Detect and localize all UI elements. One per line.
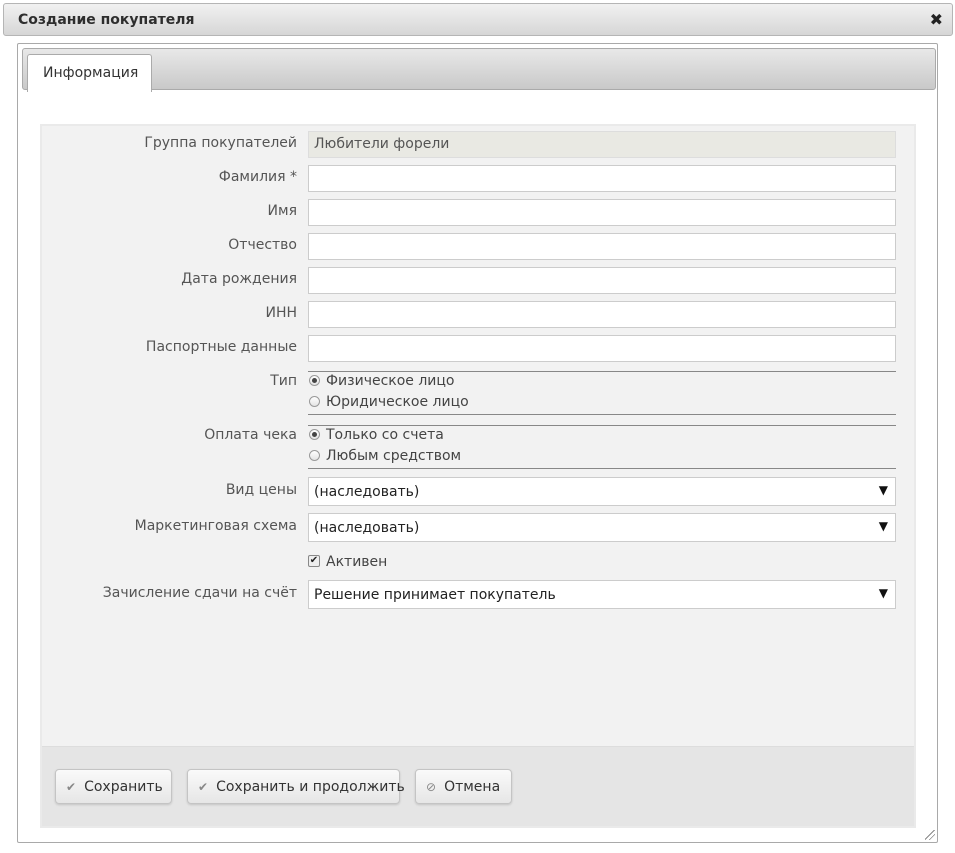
dialog-body: Информация Группа покупателей Любители ф… [17,43,938,843]
save-button-label: Сохранить [84,779,163,795]
first-name-input[interactable] [308,199,896,226]
change-to-account-label: Зачисление сдачи на счёт [102,585,297,601]
type-radio-group: Физическое лицо Юридическое лицо [308,371,896,415]
resize-handle[interactable] [925,830,935,840]
type-label: Тип [270,373,297,389]
marketing-scheme-label: Маркетинговая схема [134,518,297,534]
dialog-titlebar[interactable]: Создание покупателя ✖ [3,3,953,36]
passport-label: Паспортные данные [145,339,297,355]
birth-date-label: Дата рождения [181,271,297,287]
price-type-label: Вид цены [225,482,297,498]
radio-individual[interactable] [309,375,320,386]
inn-input[interactable] [308,301,896,328]
middle-name-input[interactable] [308,233,896,260]
radio-account-only[interactable] [309,429,320,440]
customer-group-label: Группа покупателей [144,135,297,151]
type-option-legal-label: Юридическое лицо [326,394,469,410]
active-label: Активен [326,554,388,570]
first-name-label: Имя [267,203,297,219]
change-to-account-select[interactable]: Решение принимает покупатель ▼ [308,580,896,609]
save-continue-button[interactable]: ✔ Сохранить и продолжить [187,769,405,804]
marketing-scheme-select[interactable]: (наследовать) ▼ [308,513,896,542]
cancel-button[interactable]: ⊘ Отмена [415,769,512,804]
dropdown-arrow-icon: ▼ [878,483,888,497]
change-to-account-value: Решение принимает покупатель [314,587,556,603]
payment-label: Оплата чека [204,427,297,443]
check-icon: ✔ [198,780,209,794]
form-footer: ✔ Сохранить ✔ Сохранить и продолжить ⊘ Отме… [42,746,914,826]
payment-option-account-label: Только со счета [326,427,444,443]
birth-date-input[interactable] [308,267,896,294]
payment-option-account[interactable]: Только со счета [308,427,896,448]
passport-input[interactable] [308,335,896,362]
active-checkbox[interactable]: ✔ [308,555,320,567]
payment-option-any[interactable]: Любым средством [308,448,896,469]
marketing-scheme-value: (наследовать) [314,520,420,536]
tab-bar: Информация [22,48,936,92]
cancel-button-label: Отмена [444,779,501,795]
type-option-individual-label: Физическое лицо [326,373,455,389]
price-type-value: (наследовать) [314,484,420,500]
price-type-select[interactable]: (наследовать) ▼ [308,477,896,506]
close-icon[interactable]: ✖ [930,10,943,30]
customer-form: Группа покупателей Любители форели Фамил… [40,124,916,828]
last-name-input[interactable] [308,165,896,192]
customer-group-field: Любители форели [308,131,896,158]
type-option-individual[interactable]: Физическое лицо [308,373,896,394]
radio-any-method[interactable] [309,450,320,461]
payment-radio-group: Только со счета Любым средством [308,425,896,469]
save-button[interactable]: ✔ Сохранить [55,769,172,804]
inn-label: ИНН [265,305,297,321]
cancel-icon: ⊘ [426,780,437,794]
last-name-label: Фамилия * [218,169,297,185]
middle-name-label: Отчество [228,237,297,253]
tab-information[interactable]: Информация [27,54,152,92]
payment-option-any-label: Любым средством [326,448,462,464]
save-continue-button-label: Сохранить и продолжить [216,779,405,795]
dialog-title: Создание покупателя [18,12,195,28]
type-option-legal[interactable]: Юридическое лицо [308,394,896,415]
dropdown-arrow-icon: ▼ [878,519,888,533]
dropdown-arrow-icon: ▼ [878,586,888,600]
radio-legal[interactable] [309,396,320,407]
check-icon: ✔ [66,780,77,794]
